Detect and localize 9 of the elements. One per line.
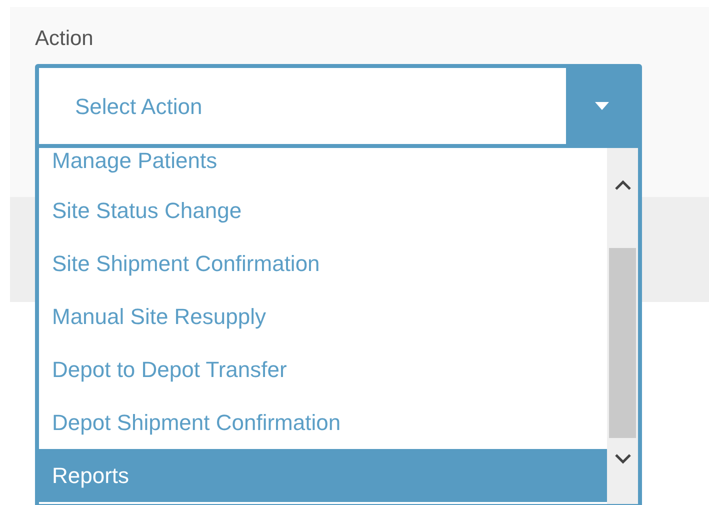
scroll-up-icon[interactable] (614, 180, 630, 190)
dropdown-option[interactable]: Reports (39, 449, 607, 502)
scrollbar[interactable] (607, 148, 638, 504)
scroll-down-icon[interactable] (614, 454, 630, 464)
select-field[interactable]: Select Action (35, 64, 642, 148)
field-label: Action (35, 27, 94, 51)
scrollbar-thumb[interactable] (609, 248, 636, 438)
select-placeholder: Select Action (74, 92, 204, 120)
caret-icon (595, 102, 609, 110)
